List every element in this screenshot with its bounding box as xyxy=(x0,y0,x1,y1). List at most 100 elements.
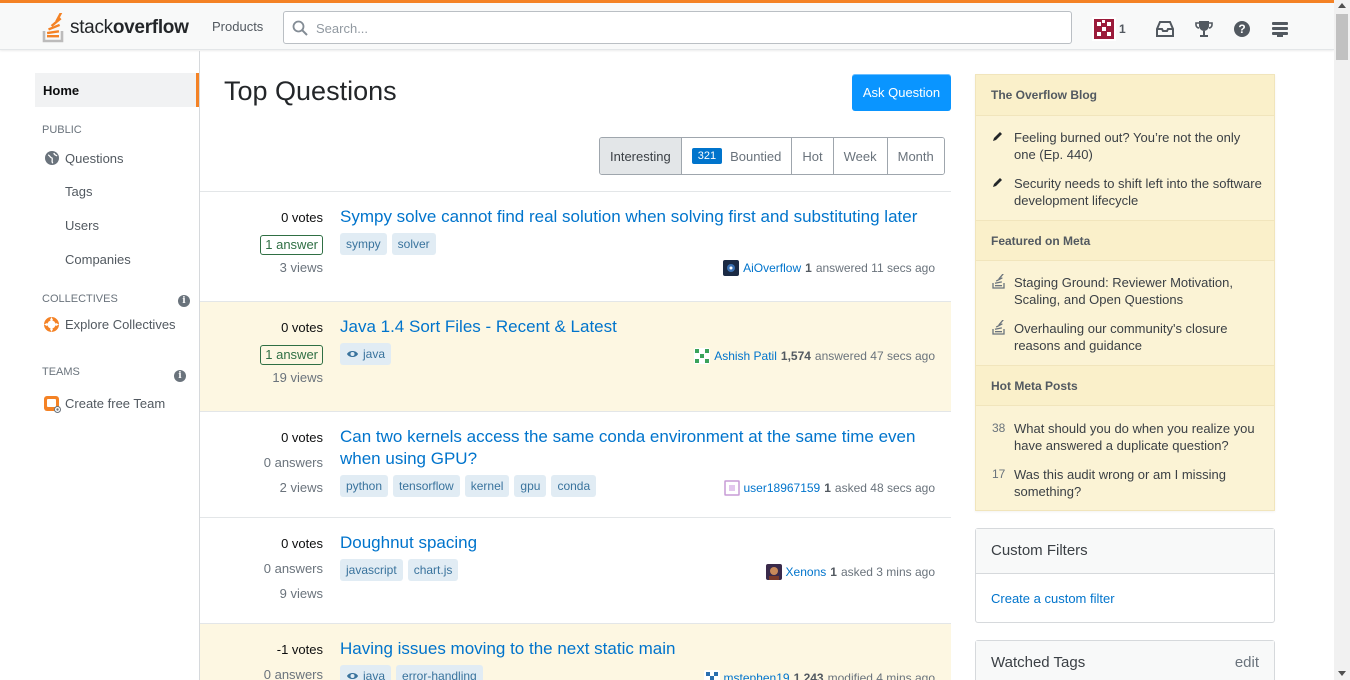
blog-post-link[interactable]: Feeling burned out? You’re not the only … xyxy=(1014,129,1264,163)
hot-meta-post-link[interactable]: Was this audit wrong or am I missing som… xyxy=(1014,466,1264,500)
site-switcher-icon[interactable] xyxy=(1269,18,1291,40)
user-card: user18967159 1 asked 48 secs ago xyxy=(723,480,935,496)
custom-filters-heading: Custom Filters xyxy=(976,529,1274,574)
vote-count: 0 votes xyxy=(281,536,323,551)
question-title-link[interactable]: Doughnut spacing xyxy=(340,532,940,554)
user-name-link[interactable]: Xenons xyxy=(786,565,827,579)
answer-count: 1 answer xyxy=(260,345,323,365)
tab-bountied[interactable]: 321 Bountied xyxy=(681,138,793,174)
user-avatar-icon[interactable] xyxy=(703,670,720,680)
ask-question-button[interactable]: Ask Question xyxy=(852,74,951,111)
question-stats: -1 votes 0 answers xyxy=(223,642,323,680)
custom-filters-widget: Custom Filters Create a custom filter xyxy=(975,528,1275,623)
watched-tag[interactable]: java xyxy=(340,343,392,365)
meta-post-link[interactable]: Staging Ground: Reviewer Motivation, Sca… xyxy=(1014,274,1264,308)
tag[interactable]: python xyxy=(340,475,389,497)
nav-users[interactable]: Users xyxy=(65,218,99,233)
inbox-icon[interactable] xyxy=(1154,18,1176,40)
nav-companies[interactable]: Companies xyxy=(65,252,131,267)
page-scrollbar[interactable] xyxy=(1334,0,1350,680)
user-avatar-icon[interactable] xyxy=(723,480,740,496)
user-avatar-icon[interactable] xyxy=(765,564,782,580)
search-box[interactable] xyxy=(283,11,1072,44)
view-count: 2 views xyxy=(279,480,323,495)
tag[interactable]: javascript xyxy=(340,559,403,581)
nav-questions[interactable]: Questions xyxy=(65,151,124,166)
overflow-blog-widget: The Overflow Blog Feeling burned out? Yo… xyxy=(975,74,1275,511)
tab-week[interactable]: Week xyxy=(833,138,888,174)
achievements-icon[interactable] xyxy=(1193,18,1215,40)
answer-count: 1 answer xyxy=(260,235,323,255)
user-reputation: 1 xyxy=(824,481,831,495)
user-avatar-icon[interactable] xyxy=(723,260,740,276)
tag-label: java xyxy=(363,347,386,361)
nav-home[interactable]: Home xyxy=(35,73,199,107)
tag[interactable]: sympy xyxy=(340,233,387,255)
stackoverflow-logo[interactable]: stackoverflow xyxy=(42,11,189,45)
tag[interactable]: conda xyxy=(551,475,597,497)
activity-time: asked 3 mins ago xyxy=(840,565,935,579)
tag[interactable]: solver xyxy=(391,233,436,255)
hot-meta-post-link[interactable]: What should you do when you realize you … xyxy=(1014,420,1264,454)
tag[interactable]: kernel xyxy=(464,475,510,497)
question-summary: 0 votes 0 answers 2 views Can two kernel… xyxy=(200,411,951,517)
teams-section-label: TEAMS xyxy=(42,366,80,378)
eye-icon xyxy=(347,673,358,679)
activity-time: modified 4 mins ago xyxy=(827,671,935,680)
bounty-count-badge: 321 xyxy=(691,148,723,164)
stackoverflow-logo-icon xyxy=(42,13,64,43)
tab-hot[interactable]: Hot xyxy=(792,138,834,174)
user-name-link[interactable]: user18967159 xyxy=(744,481,821,495)
pencil-icon xyxy=(993,132,1002,141)
teams-info-icon[interactable]: i xyxy=(174,370,186,382)
meta-post-link[interactable]: Overhauling our community's closure reas… xyxy=(1014,320,1264,354)
top-bar: stackoverflow Products 1 ? xyxy=(0,0,1334,50)
scroll-down-arrow-icon[interactable] xyxy=(1338,671,1346,676)
scroll-up-arrow-icon[interactable] xyxy=(1338,3,1346,8)
nav-explore-collectives[interactable]: Explore Collectives xyxy=(65,317,176,332)
tag[interactable]: chart.js xyxy=(407,559,459,581)
question-title-link[interactable]: Sympy solve cannot find real solution wh… xyxy=(340,206,940,228)
scrollbar-thumb[interactable] xyxy=(1336,14,1348,60)
question-title-link[interactable]: Java 1.4 Sort Files - Recent & Latest xyxy=(340,316,940,338)
create-filter-link[interactable]: Create a custom filter xyxy=(976,574,1274,606)
stack-exchange-meta-icon xyxy=(992,274,1005,289)
view-count: 19 views xyxy=(272,370,323,385)
hot-meta-count: 38 xyxy=(992,421,1006,435)
reputation-count: 1 xyxy=(1119,22,1126,36)
question-filter-tabs: Interesting 321 Bountied Hot Week Month xyxy=(599,137,945,175)
view-count: 9 views xyxy=(279,586,323,601)
user-name-link[interactable]: mstephen19 xyxy=(724,671,790,680)
user-reputation: 1,574 xyxy=(780,349,811,363)
help-icon[interactable]: ? xyxy=(1231,18,1253,40)
tab-interesting[interactable]: Interesting xyxy=(600,138,682,174)
question-summary: -1 votes 0 answers Having issues moving … xyxy=(200,623,951,680)
left-sidebar: Home PUBLIC Questions Tags Users Compani… xyxy=(0,51,200,680)
user-card: Xenons 1 asked 3 mins ago xyxy=(765,564,935,580)
user-avatar-icon[interactable] xyxy=(694,348,711,364)
nav-tags[interactable]: Tags xyxy=(65,184,92,199)
question-list: 0 votes 1 answer 3 views Sympy solve can… xyxy=(200,191,951,680)
tab-month[interactable]: Month xyxy=(887,138,944,174)
nav-create-team[interactable]: Create free Team xyxy=(65,396,165,411)
activity-time: answered 11 secs ago xyxy=(815,261,935,275)
question-title-link[interactable]: Can two kernels access the same conda en… xyxy=(340,426,940,470)
tag[interactable]: gpu xyxy=(514,475,547,497)
watched-tag[interactable]: java xyxy=(340,665,392,680)
products-link[interactable]: Products xyxy=(212,19,263,34)
activity-time: asked 48 secs ago xyxy=(834,481,935,495)
blog-post-link[interactable]: Security needs to shift left into the so… xyxy=(1014,175,1264,209)
edit-watched-tags-link[interactable]: edit xyxy=(1235,654,1259,671)
tag[interactable]: error-handling xyxy=(396,665,483,680)
question-title-link[interactable]: Having issues moving to the next static … xyxy=(340,638,940,660)
user-avatar[interactable] xyxy=(1092,17,1116,41)
collectives-info-icon[interactable]: i xyxy=(178,295,190,307)
tag[interactable]: tensorflow xyxy=(393,475,460,497)
user-name-link[interactable]: AiOverflow xyxy=(743,261,801,275)
question-stats: 0 votes 0 answers 2 views xyxy=(223,430,323,505)
pencil-icon xyxy=(993,178,1002,187)
user-name-link[interactable]: Ashish Patil xyxy=(714,349,777,363)
vote-count: -1 votes xyxy=(276,642,323,657)
search-input[interactable] xyxy=(316,18,1056,38)
user-reputation: 1 xyxy=(830,565,837,579)
